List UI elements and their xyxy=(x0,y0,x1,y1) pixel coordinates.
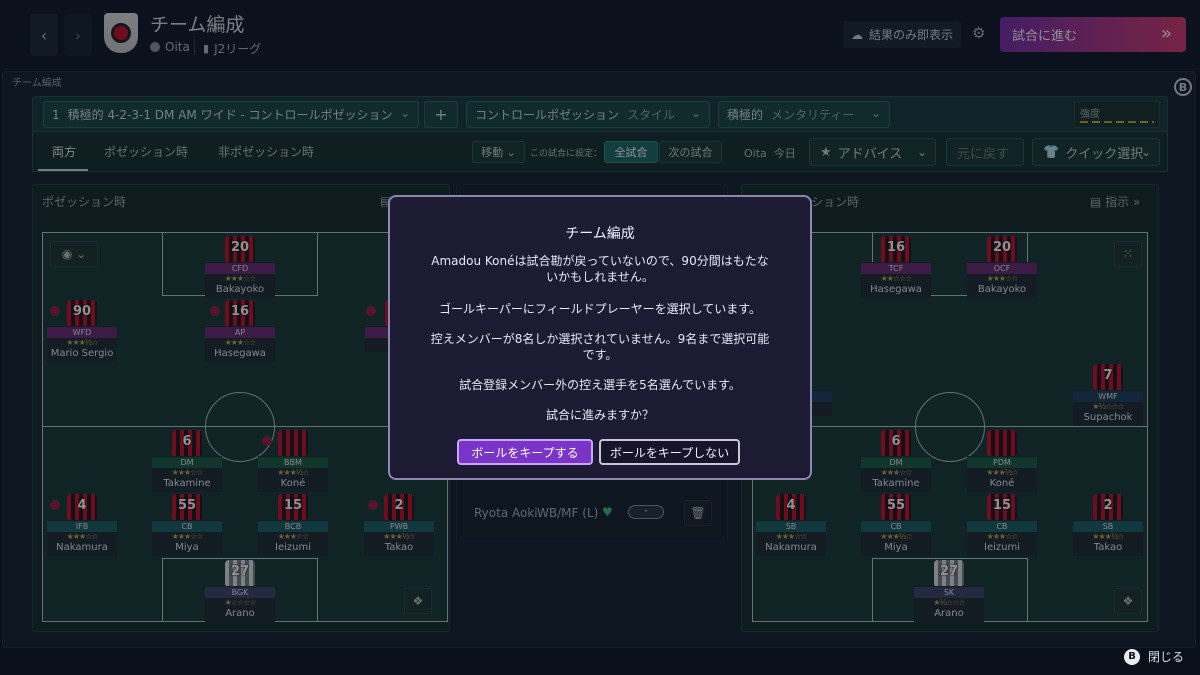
dialog-title: チーム編成 xyxy=(565,226,635,242)
dialog-question: 試合に進みますか？ xyxy=(545,408,654,422)
dialog-message: Amadou Konéは試合勘が戻っていないので、90分間はもたないかもしれませ… xyxy=(431,254,769,284)
b-button-icon: B xyxy=(1124,648,1140,665)
dialog-message: ゴールキーパーにフィールドプレーヤーを選択しています。 xyxy=(438,302,762,316)
dialog-message: 控えメンバーが8名しか選択されていません。9名まで選択可能です。 xyxy=(430,332,770,362)
no-keep-ball-button[interactable]: ボールをキープしない xyxy=(599,439,740,465)
dialog-message: 試合登録メンバー外の控え選手を5名選んでいます。 xyxy=(459,378,741,392)
close-button[interactable]: B 閉じる xyxy=(1124,648,1184,665)
confirm-dialog: チーム編成 Amadou Konéは試合勘が戻っていないので、90分間はもたない… xyxy=(388,195,812,480)
keep-ball-button[interactable]: ボールをキープする xyxy=(457,439,593,465)
